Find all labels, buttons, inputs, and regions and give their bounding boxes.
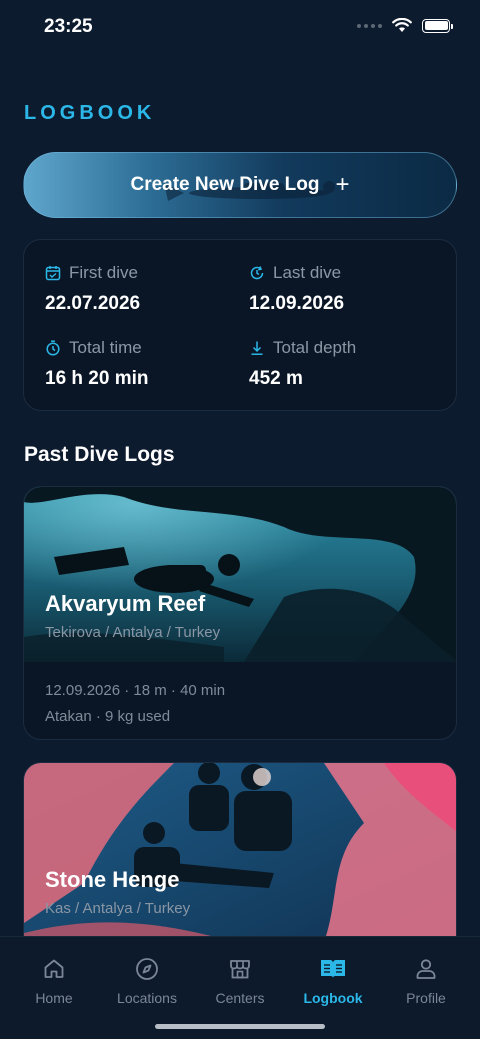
tab-home[interactable]: Home [6,957,102,1006]
battery-icon [422,18,453,33]
stat-last-dive: Last dive 12.09.2026 [249,263,344,315]
dive-summary: 12.09.2026 · 18 m · 40 min [45,682,226,699]
home-indicator [155,1024,325,1029]
compass-icon [136,958,158,980]
home-icon [44,959,64,978]
dive-photo: Akvaryum Reef Tekirova / Antalya / Turke… [24,487,456,662]
book-icon [321,960,345,978]
stat-label: Last dive [273,263,342,282]
stat-value: 22.07.2026 [45,293,141,314]
dive-details: Atakan · 9 kg used [45,708,171,725]
status-bar: 23:25 [0,0,480,56]
past-dive-logs-heading: Past Dive Logs [24,443,175,466]
stat-value: 16 h 20 min [45,368,149,389]
timer-icon [46,340,60,356]
stat-total-depth: Total depth 452 m [249,338,356,390]
cellular-signal-icon [357,23,382,28]
stat-value: 12.09.2026 [249,293,345,314]
create-dive-log-label: Create New Dive Log [130,174,320,195]
storefront-icon [230,960,250,979]
calendar-icon [45,266,61,281]
stat-label: First dive [69,263,138,282]
status-time: 23:25 [44,16,93,37]
depth-icon [251,341,263,355]
tab-label: Locations [117,990,177,1006]
dive-site-location: Tekirova / Antalya / Turkey [45,624,221,641]
dive-photo: Stone Henge Kas / Antalya / Turkey [24,763,456,961]
create-dive-log-button[interactable]: Create New Dive Log + [23,152,457,218]
dive-log-card[interactable]: Stone Henge Kas / Antalya / Turkey [23,762,457,962]
tab-profile[interactable]: Profile [378,957,474,1006]
status-icons [357,18,453,33]
stat-total-time: Total time 16 h 20 min [45,338,149,390]
tab-centers[interactable]: Centers [192,957,288,1006]
tab-label: Home [35,990,73,1006]
tab-locations[interactable]: Locations [99,957,195,1006]
stat-label: Total time [69,338,142,357]
tab-label: Centers [215,990,265,1006]
page-title: LOGBOOK [24,102,156,124]
dive-site-name: Stone Henge [45,867,180,892]
history-icon [250,266,264,280]
stat-value: 452 m [249,368,303,389]
plus-icon: + [335,171,350,198]
dive-stats-card: First dive 22.07.2026 Last dive 12.09.20… [23,239,457,411]
tab-logbook[interactable]: Logbook [285,957,381,1006]
tab-label: Logbook [303,990,363,1006]
dive-log-meta: 12.09.2026 · 18 m · 40 min Atakan · 9 kg… [24,662,456,739]
dive-site-location: Kas / Antalya / Turkey [45,900,191,917]
tab-label: Profile [406,990,446,1006]
wifi-icon [392,18,412,32]
stat-first-dive: First dive 22.07.2026 [45,263,140,315]
person-icon [416,959,436,979]
dive-log-card[interactable]: Akvaryum Reef Tekirova / Antalya / Turke… [23,486,457,740]
dive-site-name: Akvaryum Reef [45,591,206,616]
stat-label: Total depth [273,338,357,357]
